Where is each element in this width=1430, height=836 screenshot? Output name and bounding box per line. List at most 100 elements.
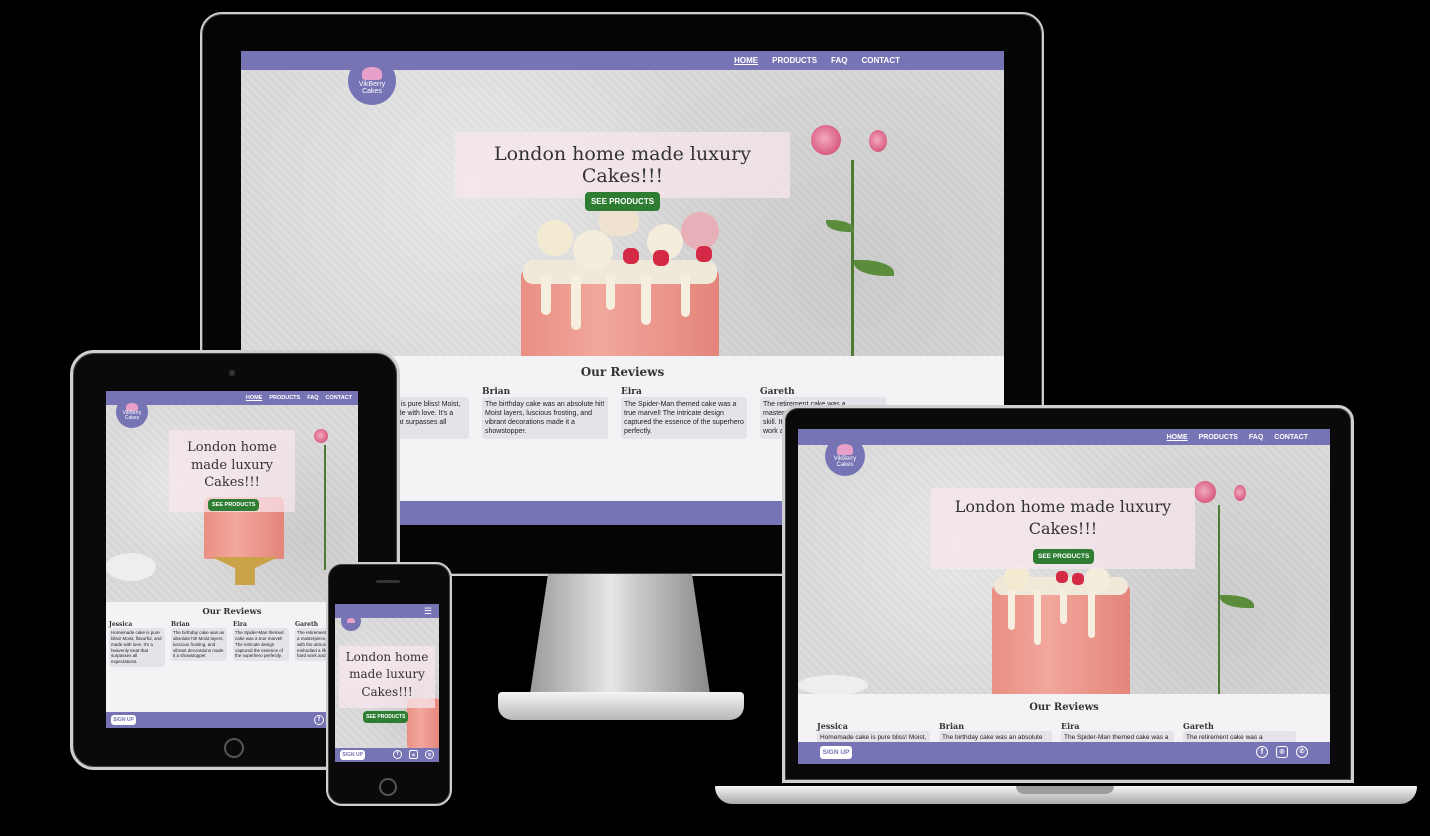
whatsapp-icon[interactable]: ✆ xyxy=(1296,746,1308,758)
drip xyxy=(1034,590,1041,645)
reviews-title: Our Reviews xyxy=(1029,702,1099,713)
flower-stem xyxy=(851,160,854,356)
brand-name: VikBerry Cakes xyxy=(833,455,857,468)
hamburger-menu-icon[interactable]: ☰ xyxy=(424,607,433,616)
rose xyxy=(1194,481,1216,503)
hero: London home made luxury Cakes!!! SEE PRO… xyxy=(335,618,439,748)
review-card: Brian The birthday cake was an absolute … xyxy=(482,387,608,440)
cupcake-icon xyxy=(362,67,382,80)
review-name: Eira xyxy=(621,387,642,397)
hero-box: London home made luxury Cakes!!! SEE PRO… xyxy=(455,132,790,211)
chocolate-ball xyxy=(573,230,613,270)
nav-links: HOME PRODUCTS FAQ CONTACT xyxy=(1167,429,1308,445)
phone-home-button[interactable] xyxy=(379,778,397,796)
nav-faq[interactable]: FAQ xyxy=(831,56,847,65)
see-products-button[interactable]: SEE PRODUCTS xyxy=(584,192,661,211)
nav-faq[interactable]: FAQ xyxy=(307,395,318,401)
nav-home[interactable]: HOME xyxy=(734,56,758,65)
brand-logo[interactable] xyxy=(341,611,361,631)
raspberry xyxy=(1072,573,1084,585)
drip xyxy=(541,275,551,315)
leaf xyxy=(854,260,894,276)
leaf xyxy=(1220,595,1254,608)
nav-contact[interactable]: CONTACT xyxy=(1274,434,1308,441)
review-name: Brian xyxy=(482,387,511,397)
hero-title: London home made luxury Cakes!!! xyxy=(954,497,1172,539)
nav-products[interactable]: PRODUCTS xyxy=(1199,434,1238,441)
drip xyxy=(571,275,581,330)
tablet-home-button[interactable] xyxy=(224,738,244,758)
signup-button[interactable]: SIGN UP xyxy=(111,715,136,725)
brand-logo[interactable]: VikBerry Cakes xyxy=(116,396,148,428)
raspberry xyxy=(623,248,639,264)
instagram-icon[interactable]: ◎ xyxy=(409,750,418,759)
cupcake-icon xyxy=(837,444,853,455)
reviews-section: Our Reviews Jessica Homemade cake is pur… xyxy=(106,602,358,712)
hero: London home made luxury Cakes!!! SEE PRO… xyxy=(106,405,358,602)
chocolate-ball xyxy=(537,220,573,256)
drip xyxy=(681,275,690,317)
drip xyxy=(641,275,651,325)
nav-links: HOME PRODUCTS FAQ CONTACT xyxy=(246,391,352,405)
rose xyxy=(811,125,841,155)
footer: SIGN UP f xyxy=(106,712,358,728)
cake-stand xyxy=(212,557,278,585)
footer: SIGN UP f ◎ ✆ xyxy=(798,742,1330,764)
nav-home[interactable]: HOME xyxy=(246,395,263,401)
see-products-button[interactable]: SEE PRODUCTS xyxy=(363,711,409,723)
review-text: The birthday cake was an absolute hit! M… xyxy=(171,628,227,662)
whatsapp-icon[interactable]: ✆ xyxy=(425,750,434,759)
phone-speaker xyxy=(376,580,400,583)
nav-products[interactable]: PRODUCTS xyxy=(269,395,300,401)
nav-home[interactable]: HOME xyxy=(1167,434,1188,441)
monitor-base xyxy=(498,692,744,720)
see-products-button[interactable]: SEE PRODUCTS xyxy=(208,499,260,511)
nav-links: HOME PRODUCTS FAQ CONTACT xyxy=(734,51,900,70)
cupcake-icon xyxy=(347,618,355,624)
review-text: The Spider-Man themed cake was a true ma… xyxy=(233,628,289,662)
chocolate-ball xyxy=(1084,567,1110,593)
leaf xyxy=(826,220,854,232)
hero: London home made luxury Cakes!!! SEE PRO… xyxy=(798,445,1330,694)
phone-screen: ☰ London home made luxury Cakes!!! SEE P… xyxy=(335,604,439,762)
review-card: Eira The Spider-Man themed cake was a tr… xyxy=(233,621,289,662)
nav-contact[interactable]: CONTACT xyxy=(861,56,900,65)
hero-title: London home made luxury Cakes!!! xyxy=(345,650,429,699)
see-products-button[interactable]: SEE PRODUCTS xyxy=(1033,549,1095,564)
review-name: Brian xyxy=(171,621,190,628)
brand-logo[interactable]: VikBerry Cakes xyxy=(825,436,865,476)
raspberry xyxy=(1056,571,1068,583)
facebook-icon[interactable]: f xyxy=(393,750,402,759)
drip xyxy=(1088,590,1095,638)
nav-products[interactable]: PRODUCTS xyxy=(772,56,817,65)
drip xyxy=(606,275,615,310)
raspberry xyxy=(696,246,712,262)
brand-logo[interactable]: VikBerry Cakes xyxy=(348,57,396,105)
facebook-icon[interactable]: f xyxy=(314,715,324,725)
navbar: HOME PRODUCTS FAQ CONTACT xyxy=(798,429,1330,445)
rose-bud xyxy=(1234,485,1246,501)
brand-name: VikBerry Cakes xyxy=(358,80,386,95)
hero: London home made luxury Cakes!!! SEE PRO… xyxy=(241,70,1004,356)
footer: SIGN UP f ◎ ✆ xyxy=(335,748,439,762)
instagram-icon[interactable]: ◎ xyxy=(1276,746,1288,758)
signup-button[interactable]: SIGN UP xyxy=(340,750,365,760)
review-name: Eira xyxy=(233,621,247,628)
facebook-icon[interactable]: f xyxy=(1256,746,1268,758)
flower-stem xyxy=(324,445,326,570)
review-card: Jessica Homemade cake is pure bliss! Moi… xyxy=(109,621,165,668)
nav-contact[interactable]: CONTACT xyxy=(326,395,352,401)
signup-button[interactable]: SIGN UP xyxy=(820,746,852,759)
hero-box: London home made luxury Cakes!!! xyxy=(339,646,435,708)
hero-title: London home made luxury Cakes!!! xyxy=(187,440,277,491)
review-name: Jessica xyxy=(817,721,848,731)
review-card: Eira The Spider-Man themed cake was a tr… xyxy=(621,387,747,440)
review-card: Brian The birthday cake was an absolute … xyxy=(171,621,227,662)
nav-faq[interactable]: FAQ xyxy=(1249,434,1263,441)
plate xyxy=(106,553,156,581)
review-name: Gareth xyxy=(760,387,795,397)
raspberry xyxy=(653,250,669,266)
review-text: The birthday cake was an absolute hit! M… xyxy=(482,397,608,440)
review-text: The Spider-Man themed cake was a true ma… xyxy=(621,397,747,440)
plate xyxy=(798,675,868,694)
